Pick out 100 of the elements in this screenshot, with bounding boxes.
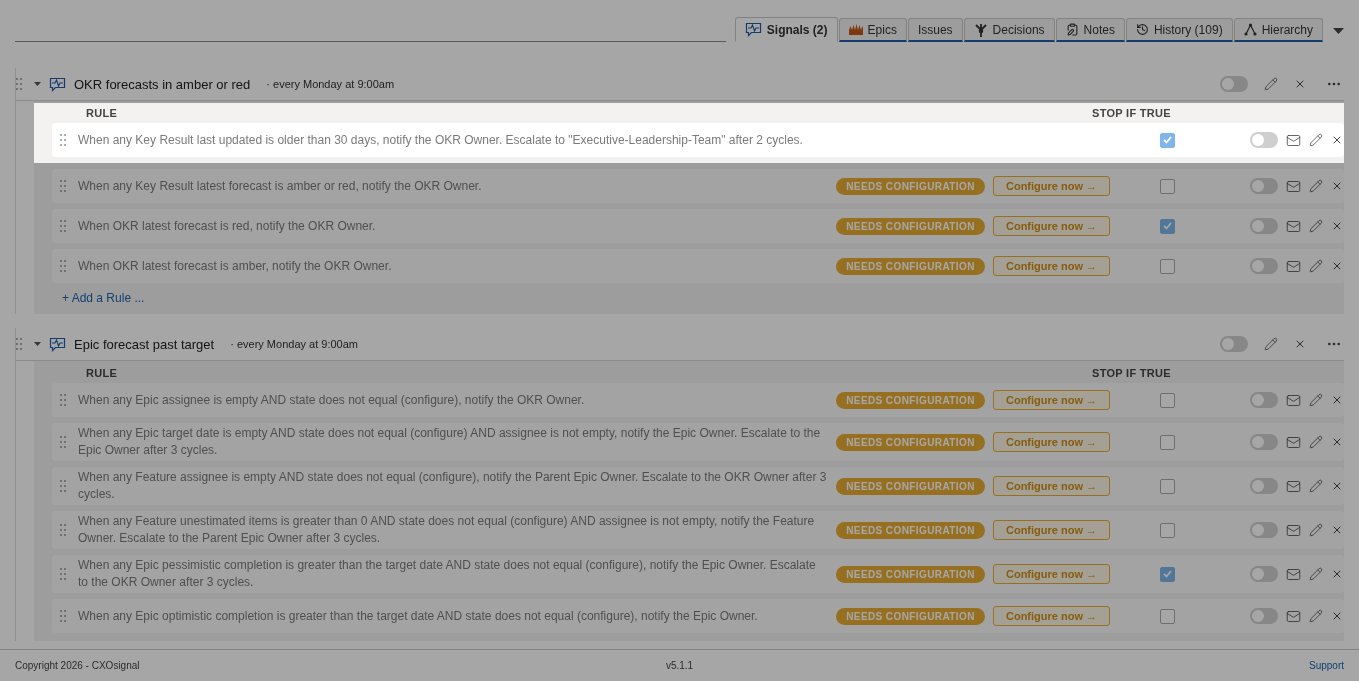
configure-button[interactable]: Configure now → [993, 176, 1110, 196]
collapse-caret-icon[interactable] [34, 81, 41, 87]
checkbox[interactable] [1159, 258, 1175, 274]
edit-icon[interactable] [1309, 567, 1323, 581]
mail-icon[interactable] [1286, 478, 1301, 494]
close-icon[interactable] [1331, 436, 1343, 448]
close-icon[interactable] [1331, 220, 1343, 232]
close-icon[interactable] [1294, 338, 1306, 350]
mail-icon[interactable] [1286, 132, 1301, 148]
drag-handle-icon[interactable] [60, 480, 66, 492]
toggle-switch[interactable] [1250, 132, 1278, 148]
tab[interactable]: Issues [907, 18, 963, 42]
drag-handle-icon[interactable] [60, 260, 66, 272]
tab[interactable]: Signals (2) [734, 17, 838, 42]
close-icon[interactable] [1294, 78, 1306, 90]
drag-handle-icon[interactable] [60, 180, 66, 192]
configure-button[interactable]: Configure now → [993, 256, 1110, 276]
status-badge: NEEDS CONFIGURATION [836, 177, 985, 195]
edit-icon[interactable] [1264, 337, 1278, 351]
drag-handle-icon[interactable] [60, 524, 66, 536]
drag-handle-icon[interactable] [60, 436, 66, 448]
drag-handle-icon[interactable] [60, 394, 66, 406]
close-icon[interactable] [1331, 134, 1343, 146]
checkbox[interactable] [1159, 178, 1175, 194]
configure-button[interactable]: Configure now → [993, 216, 1110, 236]
edit-icon[interactable] [1309, 393, 1323, 407]
mail-icon[interactable] [1286, 566, 1301, 582]
close-icon[interactable] [1331, 568, 1343, 580]
tab[interactable]: History (109) [1125, 18, 1233, 42]
toggle-switch[interactable] [1250, 608, 1278, 624]
mail-icon[interactable] [1286, 258, 1301, 274]
drag-handle-icon[interactable] [16, 78, 22, 90]
mail-icon[interactable] [1286, 608, 1301, 624]
mail-icon[interactable] [1286, 522, 1301, 538]
checkbox[interactable] [1159, 392, 1175, 408]
status-badge: NEEDS CONFIGURATION [836, 257, 985, 275]
edit-icon[interactable] [1264, 77, 1278, 91]
tab[interactable]: Decisions [963, 18, 1055, 42]
configure-button[interactable]: Configure now → [993, 564, 1110, 584]
signal-icon [49, 76, 66, 92]
mail-icon[interactable] [1286, 178, 1301, 194]
drag-handle-icon[interactable] [60, 568, 66, 580]
configure-button[interactable]: Configure now → [993, 476, 1110, 496]
checkbox[interactable] [1159, 132, 1175, 148]
edit-icon[interactable] [1309, 259, 1323, 273]
checkbox[interactable] [1159, 608, 1175, 624]
support-link[interactable]: Support [1308, 660, 1344, 671]
collapse-caret-icon[interactable] [34, 341, 41, 347]
rule-text: When any Feature assignee is empty AND state does not equal (configure), notify the Parent Epic Owner. Escalate to the OKR Owner after 3 cycles. [77, 469, 828, 503]
toggle-switch[interactable] [1250, 434, 1278, 450]
close-icon[interactable] [1331, 524, 1343, 536]
checkbox[interactable] [1159, 522, 1175, 538]
add-rule-link[interactable]: + Add a Rule ... [62, 291, 145, 305]
close-icon[interactable] [1331, 480, 1343, 492]
column-header: STOP IF TRUE [1092, 107, 1172, 119]
rule-text: When any Epic pessimistic completion is greater than the target date AND state does not equal (configure), notify the Epic Owner. Escalate to the OKR Owner after 3 cycles. [77, 557, 817, 591]
mail-icon[interactable] [1286, 434, 1301, 450]
edit-icon[interactable] [1309, 609, 1323, 623]
toggle-switch[interactable] [1220, 76, 1248, 92]
toggle-switch[interactable] [1250, 392, 1278, 408]
edit-icon[interactable] [1309, 479, 1323, 493]
configure-button[interactable]: Configure now → [993, 390, 1110, 410]
toggle-switch[interactable] [1250, 178, 1278, 194]
close-icon[interactable] [1331, 260, 1343, 272]
toggle-switch[interactable] [1250, 566, 1278, 582]
check-icon [1162, 136, 1172, 144]
checkbox[interactable] [1159, 478, 1175, 494]
drag-handle-icon[interactable] [16, 338, 22, 350]
edit-icon[interactable] [1309, 523, 1323, 537]
edit-icon[interactable] [1309, 179, 1323, 193]
close-icon[interactable] [1331, 610, 1343, 622]
drag-handle-icon[interactable] [60, 610, 66, 622]
checkbox[interactable] [1159, 566, 1175, 582]
version-text: v5.1.1 [665, 660, 694, 671]
configure-button[interactable]: Configure now → [993, 606, 1110, 626]
dropdown-caret-icon[interactable] [1333, 28, 1344, 34]
tab[interactable]: Epics [838, 18, 907, 42]
close-icon[interactable] [1331, 394, 1343, 406]
edit-icon[interactable] [1309, 219, 1323, 233]
checkbox[interactable] [1159, 434, 1175, 450]
toggle-switch[interactable] [1220, 336, 1248, 352]
drag-handle-icon[interactable] [60, 134, 66, 146]
configure-button[interactable]: Configure now → [993, 520, 1110, 540]
configure-button[interactable]: Configure now → [993, 432, 1110, 452]
checkbox[interactable] [1159, 218, 1175, 234]
tab[interactable]: Hierarchy [1233, 18, 1323, 42]
mail-icon[interactable] [1286, 218, 1301, 234]
drag-handle-icon[interactable] [60, 220, 66, 232]
edit-icon[interactable] [1309, 133, 1323, 147]
edit-icon[interactable] [1309, 435, 1323, 449]
mail-icon[interactable] [1286, 392, 1301, 408]
copyright-text: Copyright 2026 - CXOsignal [15, 660, 141, 671]
toggle-switch[interactable] [1250, 218, 1278, 234]
status-badge: NEEDS CONFIGURATION [836, 477, 985, 495]
flames-icon [848, 24, 863, 35]
close-icon[interactable] [1331, 180, 1343, 192]
tab[interactable]: Notes [1055, 18, 1125, 42]
toggle-switch[interactable] [1250, 258, 1278, 274]
toggle-switch[interactable] [1250, 478, 1278, 494]
toggle-switch[interactable] [1250, 522, 1278, 538]
